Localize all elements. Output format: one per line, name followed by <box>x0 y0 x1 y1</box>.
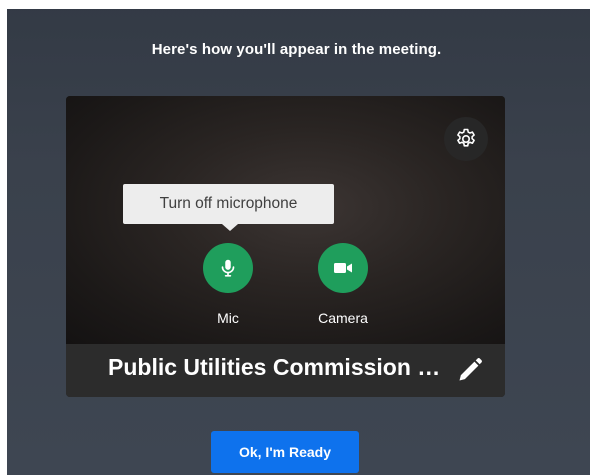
display-name-bar: Public Utilities Commission of Nevada <box>66 344 505 397</box>
camera-preview-area: Turn off microphone Mic Camera <box>66 96 505 344</box>
camera-label: Camera <box>318 310 368 326</box>
camera-toggle-button[interactable] <box>318 243 368 293</box>
ready-button[interactable]: Ok, I'm Ready <box>211 431 359 473</box>
mic-label: Mic <box>217 310 239 326</box>
pre-join-dialog: Here's how you'll appear in the meeting.… <box>0 0 593 475</box>
tooltip-arrow <box>222 224 238 231</box>
video-camera-icon <box>334 263 352 273</box>
settings-button[interactable] <box>444 117 488 161</box>
window-edge-left <box>0 0 7 475</box>
mic-toggle-button[interactable] <box>203 243 253 293</box>
microphone-icon <box>221 259 235 277</box>
display-name[interactable]: Public Utilities Commission of Nevada <box>108 354 454 381</box>
gear-icon <box>457 128 475 147</box>
video-preview-card: Turn off microphone Mic Camera Public Ut… <box>66 96 505 397</box>
pencil-icon[interactable] <box>456 356 484 384</box>
window-edge-top <box>0 0 593 9</box>
dialog-heading: Here's how you'll appear in the meeting. <box>151 41 442 58</box>
mic-tooltip: Turn off microphone <box>123 184 334 224</box>
